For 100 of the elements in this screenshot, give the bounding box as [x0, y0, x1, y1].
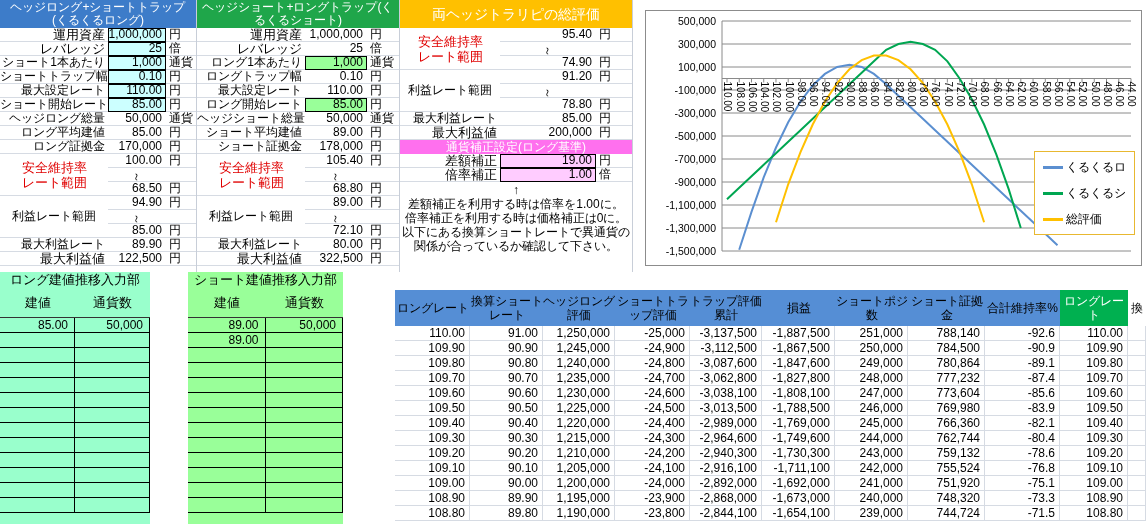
table-cell: 773,604	[908, 386, 985, 401]
empty-cell[interactable]	[0, 498, 75, 513]
empty-cell[interactable]	[75, 378, 150, 393]
table-cell: -23,900	[615, 491, 690, 506]
empty-cell[interactable]	[265, 453, 343, 468]
empty-cell[interactable]	[265, 333, 343, 348]
column-header: 建値	[188, 288, 266, 318]
empty-cell[interactable]	[188, 423, 266, 438]
input-cell[interactable]: 1.00	[500, 168, 596, 182]
unit-label: 円	[367, 70, 399, 84]
x-tick-label: 86.00	[869, 81, 881, 107]
empty-cell[interactable]	[265, 468, 343, 483]
x-tick-label: 52.00	[1077, 81, 1089, 107]
empty-cell[interactable]	[265, 363, 343, 378]
empty-cell	[1128, 371, 1146, 386]
empty-cell[interactable]	[0, 378, 75, 393]
input-cell[interactable]: 50,000	[75, 318, 150, 333]
wave-dash-label: ～	[542, 45, 554, 57]
input-cell[interactable]: 85.00	[305, 98, 367, 112]
wave-dash-label: ～	[131, 213, 143, 225]
table-cell: 109.90	[395, 341, 470, 356]
field-label: 最大利益レート	[400, 112, 500, 126]
legend-line-icon	[1043, 191, 1063, 195]
x-tick-label: 72.00	[954, 81, 966, 107]
empty-cell[interactable]	[265, 438, 343, 453]
empty-cell[interactable]	[265, 408, 343, 423]
empty-cell[interactable]	[188, 408, 266, 423]
table-cell: 109.50	[395, 401, 470, 416]
empty-cell[interactable]	[75, 438, 150, 453]
input-cell[interactable]: 25	[108, 42, 166, 56]
unit-label: 通貨	[367, 112, 399, 126]
empty-cell[interactable]	[75, 363, 150, 378]
empty-cell[interactable]	[188, 363, 266, 378]
input-cell[interactable]: 110.00	[108, 84, 166, 98]
empty-cell[interactable]	[75, 408, 150, 423]
input-cell[interactable]: 1,000	[108, 56, 166, 70]
empty-cell[interactable]	[0, 393, 75, 408]
input-cell[interactable]: 89.00	[188, 333, 266, 348]
empty-cell[interactable]	[188, 378, 266, 393]
empty-cell[interactable]	[188, 453, 266, 468]
empty-cell[interactable]	[75, 483, 150, 498]
empty-cell[interactable]	[0, 333, 75, 348]
input-cell[interactable]: 0.10	[108, 70, 166, 84]
table-cell: 748,320	[908, 491, 985, 506]
table-cell: 109.70	[1060, 371, 1128, 386]
empty-cell[interactable]	[265, 498, 343, 513]
empty-cell[interactable]	[265, 378, 343, 393]
empty-cell[interactable]	[75, 423, 150, 438]
empty-cell[interactable]	[0, 408, 75, 423]
empty-cell[interactable]	[188, 393, 266, 408]
empty-cell[interactable]	[265, 423, 343, 438]
empty-cell[interactable]	[75, 393, 150, 408]
empty-cell[interactable]	[75, 333, 150, 348]
unit-label: 円	[166, 252, 196, 266]
input-cell[interactable]: 89.00	[188, 318, 266, 333]
input-cell[interactable]: 1,000,000	[108, 28, 166, 42]
empty-cell	[1128, 461, 1146, 476]
empty-cell[interactable]	[188, 498, 266, 513]
empty-cell[interactable]	[0, 423, 75, 438]
value-cell: 74.90	[500, 56, 596, 70]
empty-cell[interactable]	[75, 468, 150, 483]
empty-cell[interactable]	[0, 483, 75, 498]
value-cell: 50,000	[108, 112, 166, 126]
input-cell[interactable]: 50,000	[265, 318, 343, 333]
empty-cell[interactable]	[0, 363, 75, 378]
input-cell[interactable]: 85.00	[0, 318, 75, 333]
table-cell: 109.20	[1060, 446, 1128, 461]
table-cell: 110.00	[395, 326, 470, 341]
unit-label: 円	[166, 196, 196, 210]
unit-label: 通貨	[166, 56, 196, 70]
x-tick-label: 44.00	[1126, 81, 1138, 107]
empty-cell[interactable]	[0, 348, 75, 363]
empty-cell[interactable]	[75, 453, 150, 468]
value-cell: 1,000,000	[305, 28, 367, 42]
empty-cell[interactable]	[188, 468, 266, 483]
input-cell[interactable]: 85.00	[108, 98, 166, 112]
empty-cell[interactable]	[265, 348, 343, 363]
value-cell: 80.00	[305, 238, 367, 252]
empty-cell[interactable]	[265, 393, 343, 408]
empty-cell[interactable]	[188, 438, 266, 453]
table-cell: -24,500	[615, 401, 690, 416]
input-cell[interactable]: 1,000	[305, 56, 367, 70]
empty-cell[interactable]	[75, 348, 150, 363]
empty-cell[interactable]	[0, 468, 75, 483]
empty-cell[interactable]	[188, 483, 266, 498]
value-cell: 89.90	[108, 238, 166, 252]
section-title: 通貨補正設定(ロング基準)	[400, 140, 632, 154]
empty-cell[interactable]	[75, 498, 150, 513]
table-cell: 1,230,000	[543, 386, 615, 401]
table-cell: 1,225,000	[543, 401, 615, 416]
value-cell: 322,500	[305, 252, 367, 266]
unit-label: 円	[596, 28, 632, 42]
input-cell[interactable]: 19.00	[500, 154, 596, 168]
empty-cell[interactable]	[265, 483, 343, 498]
value-cell: 95.40	[500, 28, 596, 42]
value-cell: 68.80	[305, 182, 367, 196]
empty-cell[interactable]	[0, 438, 75, 453]
empty-cell[interactable]	[188, 348, 266, 363]
x-tick-label: 94.00	[820, 81, 832, 107]
empty-cell[interactable]	[0, 453, 75, 468]
